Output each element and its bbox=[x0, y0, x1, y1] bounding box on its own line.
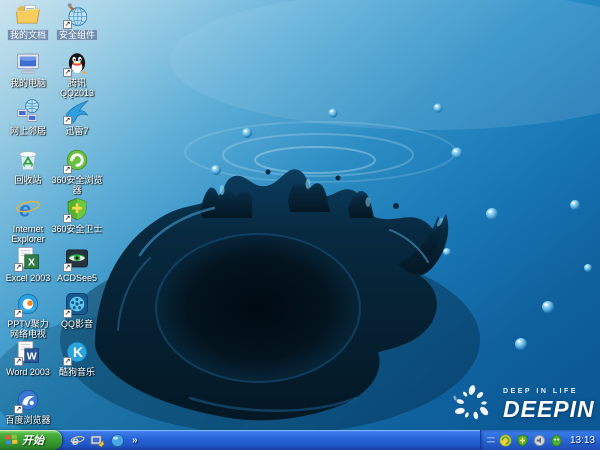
shortcut-arrow-icon: ↗ bbox=[14, 405, 23, 414]
desktop-icon-kugou-music[interactable]: K ↗ 酷狗音乐 bbox=[49, 339, 105, 377]
thunder7-icon: ↗ bbox=[63, 98, 90, 125]
desktop-icon-label: 腾讯QQ2013 bbox=[59, 78, 95, 98]
quick-launch-internet-explorer-icon[interactable]: e bbox=[70, 433, 85, 448]
shortcut-arrow-icon: ↗ bbox=[63, 68, 72, 77]
desktop-icon-my-documents[interactable]: 我的文档 bbox=[0, 2, 56, 40]
desktop-icon-label: 360安全卫士 bbox=[51, 224, 103, 234]
windows-flag-icon bbox=[5, 434, 18, 445]
kugou-music-icon: K ↗ bbox=[63, 339, 90, 366]
desktop-icon-label: 网上邻居 bbox=[9, 126, 46, 136]
system-tray: 13:13 bbox=[479, 430, 600, 450]
svg-text:e: e bbox=[72, 434, 79, 448]
baidu-browser-icon: ↗ bbox=[14, 387, 41, 414]
word-2003-icon: W ↗ bbox=[14, 339, 41, 366]
desktop-icon-label: ACDSee5 bbox=[56, 273, 98, 283]
tray-antivirus-360-icon[interactable] bbox=[499, 433, 512, 447]
my-computer-icon bbox=[15, 50, 41, 76]
quick-launch-bar: e» bbox=[70, 430, 140, 450]
desktop-icon-pptv[interactable]: ↗ PPTV聚力 网络电视 bbox=[0, 291, 56, 339]
pptv-icon: ↗ bbox=[14, 291, 41, 318]
shortcut-arrow-icon: ↗ bbox=[14, 309, 23, 318]
shortcut-arrow-icon: ↗ bbox=[14, 263, 23, 272]
network-places-icon bbox=[15, 98, 41, 124]
quick-launch-media-player-icon[interactable] bbox=[110, 433, 125, 448]
desktop-icon-label: 百度浏览器 bbox=[5, 415, 51, 425]
shortcut-arrow-icon: ↗ bbox=[63, 309, 72, 318]
desktop-icon-acdsee5[interactable]: ↗ ACDSee5 bbox=[49, 245, 105, 283]
start-button-label: 开始 bbox=[22, 435, 44, 447]
my-documents-icon bbox=[15, 2, 41, 28]
browser-360-icon: ↗ bbox=[63, 147, 90, 174]
desktop-icon-security-component[interactable]: ↗ 安全组件 bbox=[49, 2, 105, 40]
desktop-icon-label: 我的电脑 bbox=[9, 78, 46, 88]
quick-launch-show-desktop-icon[interactable] bbox=[90, 433, 105, 448]
tray-green-assistant-icon[interactable] bbox=[550, 433, 563, 447]
acdsee5-icon: ↗ bbox=[63, 245, 90, 272]
tray-security-shield-360-icon[interactable] bbox=[516, 433, 529, 447]
desktop-icon-thunder7[interactable]: ↗ 迅雷7 bbox=[49, 98, 105, 136]
desktop-icon-browser-360[interactable]: ↗ 360安全浏览器 bbox=[49, 147, 105, 195]
desktop-icon-excel-2003[interactable]: X ↗ Excel 2003 bbox=[0, 245, 56, 283]
desktop-icon-network-places[interactable]: 网上邻居 bbox=[0, 98, 56, 136]
desktop-icon-word-2003[interactable]: W ↗ Word 2003 bbox=[0, 339, 56, 377]
safe-360-icon: ↗ bbox=[63, 196, 90, 223]
desktop-icon-label: 回收站 bbox=[14, 175, 42, 185]
desktop-icon-baidu-browser[interactable]: ↗ 百度浏览器 bbox=[0, 387, 56, 425]
excel-2003-icon: X ↗ bbox=[14, 245, 41, 272]
desktop-icon-recycle-bin[interactable]: 回收站 bbox=[0, 147, 56, 185]
shortcut-arrow-icon: ↗ bbox=[14, 357, 23, 366]
desktop-icon-label: 我的文档 bbox=[7, 30, 48, 40]
desktop-icon-label: Internet Explorer bbox=[11, 224, 45, 244]
desktop-icon-my-computer[interactable]: 我的电脑 bbox=[0, 50, 56, 88]
start-button[interactable]: 开始 bbox=[0, 430, 62, 450]
desktop-icon-label: Word 2003 bbox=[6, 367, 50, 377]
desktop-icon-label: 安全组件 bbox=[56, 30, 97, 40]
tray-volume-icon[interactable] bbox=[533, 434, 546, 447]
desktop-icon-label: 360安全浏览器 bbox=[51, 175, 103, 195]
desktop-icon-label: PPTV聚力 网络电视 bbox=[7, 319, 49, 339]
shortcut-arrow-icon: ↗ bbox=[63, 263, 72, 272]
desktop-icon-internet-explorer[interactable]: e Internet Explorer bbox=[0, 196, 56, 244]
taskbar: 开始 e» 13:13 bbox=[0, 430, 600, 450]
desktop-screen: DEEP IN LIFE DEEPIN 我的文档 我的电脑 网上邻居 回收站 e Inte… bbox=[0, 0, 600, 450]
desktop-icons-area: 我的文档 我的电脑 网上邻居 回收站 e Internet Explorer X ↗ Excel… bbox=[0, 0, 600, 430]
taskbar-clock[interactable]: 13:13 bbox=[570, 435, 595, 446]
desktop-icon-label: 迅雷7 bbox=[65, 126, 89, 136]
desktop-icon-qq-player[interactable]: ↗ QQ影音 bbox=[49, 291, 105, 329]
desktop-icon-label: 酷狗音乐 bbox=[58, 367, 95, 377]
tray-icons bbox=[499, 433, 563, 447]
desktop-icon-safe-360[interactable]: ↗ 360安全卫士 bbox=[49, 196, 105, 234]
svg-text:K: K bbox=[73, 344, 83, 360]
desktop-icon-label: QQ影音 bbox=[60, 319, 93, 329]
qq-player-icon: ↗ bbox=[63, 291, 90, 318]
desktop-icon-tencent-qq[interactable]: ↗ 腾讯QQ2013 bbox=[49, 50, 105, 98]
shortcut-arrow-icon: ↗ bbox=[63, 165, 72, 174]
shortcut-arrow-icon: ↗ bbox=[63, 357, 72, 366]
security-component-icon: ↗ bbox=[63, 2, 90, 29]
shortcut-arrow-icon: ↗ bbox=[63, 20, 72, 29]
tencent-qq-icon: ↗ bbox=[63, 50, 90, 77]
svg-text:W: W bbox=[27, 351, 37, 363]
quick-launch-overflow-chevron[interactable]: » bbox=[130, 435, 140, 446]
internet-explorer-icon: e bbox=[15, 196, 41, 222]
tray-handle[interactable] bbox=[486, 434, 495, 446]
desktop-icon-label: Excel 2003 bbox=[5, 273, 51, 283]
svg-text:X: X bbox=[28, 257, 35, 269]
shortcut-arrow-icon: ↗ bbox=[63, 214, 72, 223]
recycle-bin-icon bbox=[15, 147, 41, 173]
shortcut-arrow-icon: ↗ bbox=[63, 116, 72, 125]
